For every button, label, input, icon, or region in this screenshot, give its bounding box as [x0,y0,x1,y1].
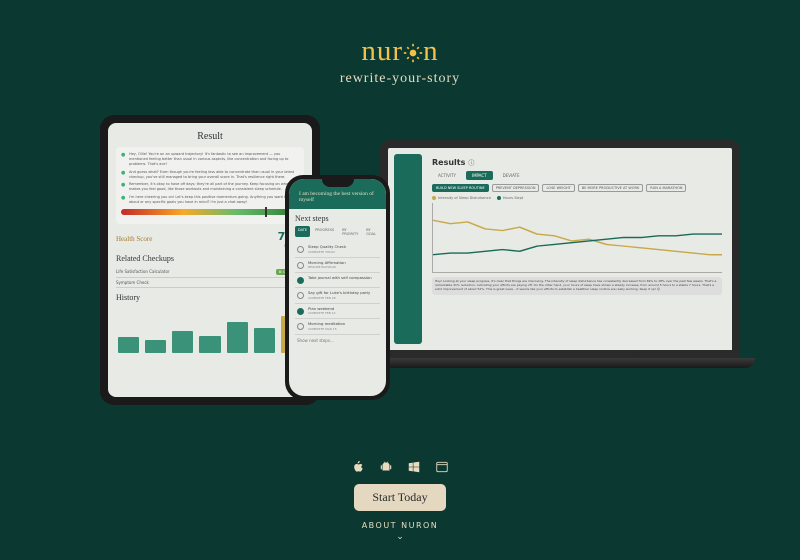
checkup-row[interactable]: Life Satisfaction Calculator 8: Calculat… [116,267,304,278]
checkup-row[interactable]: Symptom Check [116,278,304,288]
laptop-chart [432,203,722,273]
related-checkups-title: Related Checkups [116,254,304,263]
phone-quote: I am becoming the best version of myself [295,191,380,203]
about-link[interactable]: ABOUT NURON [0,521,800,530]
checkbox-icon[interactable] [297,308,304,315]
tablet-msg: Hey, Ollie! You're on an upward trajecto… [121,152,299,167]
health-gauge [121,209,299,215]
checkbox-icon[interactable] [297,277,304,284]
chip-weight[interactable]: LOSE WEIGHT [542,184,574,192]
web-icon [435,460,449,474]
android-icon [379,460,393,474]
tablet-title: Result [116,131,304,142]
brand-tagline: rewrite-your-story [0,71,800,87]
task-item[interactable]: Morning meditationCOMPLETE MAR 15 [295,319,380,335]
windows-icon [407,460,421,474]
phone-mockup: I am becoming the best version of myself… [285,175,390,400]
tab-activity[interactable]: ACTIVITY [432,171,462,180]
task-item[interactable]: Plan weekendCOMPLETE FEB 14 [295,304,380,320]
chip-productive[interactable]: BE MORE PRODUCTIVE AT WORK [578,184,643,192]
laptop-title: Resultsⓘ [432,158,722,167]
brand-header: nurn rewrite-your-story [0,0,800,87]
laptop-sidebar [394,154,422,344]
laptop-mockup: Resultsⓘ ACTIVITY IMPACT DEVIATE BUILD N… [380,140,740,385]
laptop-insight: Hey! Looking at your sleep progress, it'… [432,277,722,295]
tablet-msg: I'm here cheering you on! Let's keep thi… [121,195,299,205]
tab-impact[interactable]: IMPACT [466,171,493,180]
phone-tab-goal[interactable]: BY GOAL [363,226,380,237]
chip-sleep[interactable]: BUILD NEW SLEEP ROUTINE [432,184,489,192]
start-today-button[interactable]: Start Today [354,484,445,511]
tablet-msg: And guess what? Even though you're feeli… [121,170,299,180]
phone-tab-progress[interactable]: PROGRESS [312,226,337,237]
history-chart [116,308,304,353]
health-score-label: Health Score [116,235,152,243]
phone-title: Next steps [295,214,380,223]
legend-intensity: Intensity of Sleep Disturbance [432,196,491,200]
task-item[interactable]: Morning AffirmationREGURE PAUSE/AK [295,258,380,274]
checkbox-icon[interactable] [297,246,304,253]
task-item[interactable]: Sleep Quality CheckCOMPLETE TODAY [295,242,380,258]
platform-icons [0,460,800,474]
history-title: History [116,293,304,302]
task-item[interactable]: Say gift for Luke's birthday partyCOMPLE… [295,288,380,304]
device-mockups: Resultsⓘ ACTIVITY IMPACT DEVIATE BUILD N… [0,100,800,440]
chip-marathon[interactable]: RUN A MARATHON [646,184,686,192]
checkbox-icon[interactable] [297,292,304,299]
phone-tab-date[interactable]: DATE [295,226,310,237]
chip-depression[interactable]: PREVENT DEPRESSION [492,184,540,192]
legend-hours: Hours Slept [497,196,523,200]
checkbox-icon[interactable] [297,262,304,269]
apple-icon [351,460,365,474]
phone-tab-priority[interactable]: BY PRIORITY [339,226,361,237]
laptop-tabs: ACTIVITY IMPACT DEVIATE [432,171,722,180]
chevron-down-icon[interactable]: ⌄ [0,532,800,542]
brand-logo: nurn [0,35,800,68]
show-more[interactable]: Show next steps... [295,335,380,346]
tablet-msg: Remember, it's okay to have off days; th… [121,182,299,192]
tab-deviate[interactable]: DEVIATE [497,171,526,180]
checkbox-icon[interactable] [297,323,304,330]
task-item[interactable]: Take journal with self compassion [295,273,380,288]
